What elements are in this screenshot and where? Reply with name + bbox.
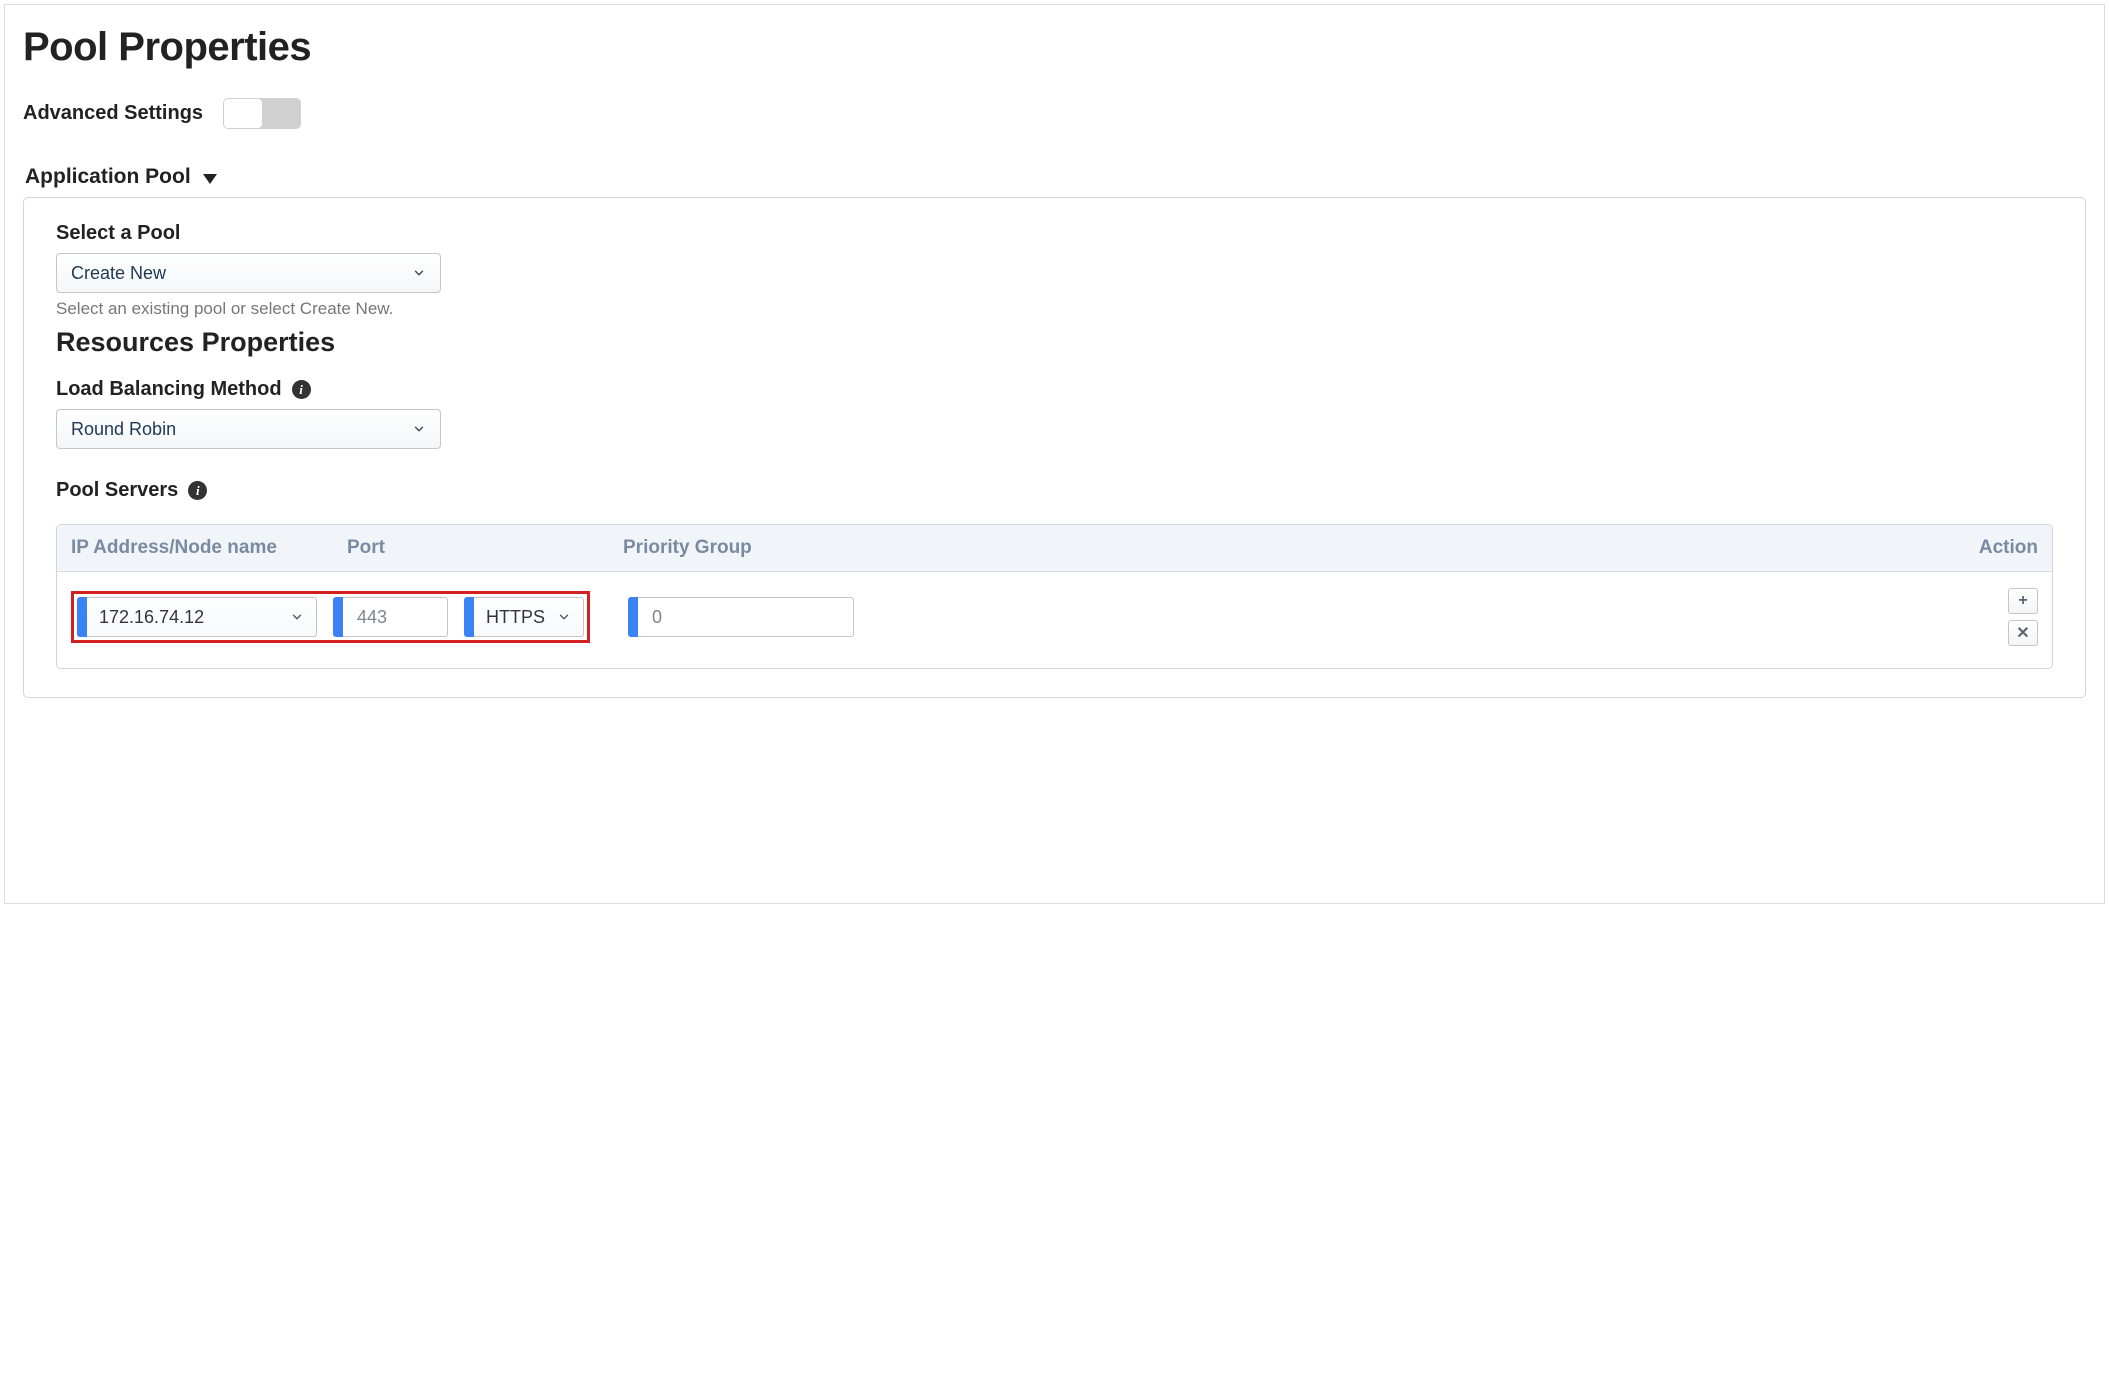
- chevron-down-icon: [557, 610, 571, 624]
- port-input-wrapper: [343, 597, 448, 637]
- col-pg: Priority Group: [623, 537, 883, 559]
- blue-bar: [628, 597, 638, 637]
- priority-group-input-group: [628, 597, 854, 637]
- col-port: Port: [347, 537, 607, 559]
- port-input[interactable]: [355, 606, 435, 629]
- protocol-input-group: HTTPS: [464, 597, 584, 637]
- protocol-dropdown[interactable]: HTTPS: [474, 597, 584, 637]
- resources-properties-heading: Resources Properties: [56, 327, 2053, 358]
- close-icon: ✕: [2016, 623, 2029, 643]
- select-pool-value: Create New: [71, 263, 166, 284]
- advanced-settings-label: Advanced Settings: [23, 102, 203, 125]
- toggle-knob: [224, 99, 262, 128]
- ip-dropdown[interactable]: 172.16.74.12: [87, 597, 317, 637]
- col-ip: IP Address/Node name: [71, 537, 331, 559]
- table-row: 172.16.74.12: [57, 572, 2052, 668]
- caret-down-icon: [203, 174, 217, 184]
- remove-row-button[interactable]: ✕: [2008, 620, 2038, 646]
- load-balancing-value: Round Robin: [71, 419, 176, 440]
- load-balancing-dropdown[interactable]: Round Robin: [56, 409, 441, 449]
- protocol-value: HTTPS: [486, 607, 545, 628]
- priority-group-wrapper: [628, 597, 854, 637]
- info-icon[interactable]: i: [188, 481, 207, 500]
- load-balancing-label-text: Load Balancing Method: [56, 378, 282, 401]
- ip-input-group: 172.16.74.12: [77, 597, 317, 637]
- chevron-down-icon: [290, 610, 304, 624]
- chevron-down-icon: [412, 266, 426, 280]
- blue-bar: [333, 597, 343, 637]
- pool-properties-panel: Pool Properties Advanced Settings Applic…: [4, 4, 2105, 904]
- priority-group-input[interactable]: [650, 606, 841, 629]
- info-icon[interactable]: i: [292, 380, 311, 399]
- pool-servers-label-text: Pool Servers: [56, 479, 178, 502]
- pool-servers-label: Pool Servers i: [56, 479, 2053, 502]
- add-row-button[interactable]: +: [2008, 588, 2038, 614]
- page-title: Pool Properties: [23, 25, 2086, 70]
- section-title: Application Pool: [25, 165, 191, 189]
- blue-bar: [464, 597, 474, 637]
- highlighted-server-fields: 172.16.74.12: [71, 591, 590, 643]
- plus-icon: +: [2018, 592, 2027, 610]
- row-actions: + ✕: [1982, 588, 2038, 646]
- chevron-down-icon: [412, 422, 426, 436]
- ip-value: 172.16.74.12: [99, 607, 204, 628]
- blue-bar: [77, 597, 87, 637]
- section-application-pool-header[interactable]: Application Pool: [25, 165, 2086, 189]
- advanced-settings-toggle[interactable]: [223, 98, 301, 129]
- select-pool-dropdown[interactable]: Create New: [56, 253, 441, 293]
- select-pool-hint: Select an existing pool or select Create…: [56, 299, 2053, 319]
- col-action: Action: [1979, 537, 2038, 559]
- pg-input-wrapper: [638, 597, 854, 637]
- table-header: IP Address/Node name Port Priority Group…: [57, 525, 2052, 572]
- application-pool-panel: Select a Pool Create New Select an exist…: [23, 197, 2086, 698]
- port-input-group: [333, 597, 448, 637]
- select-pool-label: Select a Pool: [56, 222, 2053, 245]
- pool-servers-table: IP Address/Node name Port Priority Group…: [56, 524, 2053, 669]
- load-balancing-label: Load Balancing Method i: [56, 378, 2053, 401]
- advanced-settings-row: Advanced Settings: [23, 98, 2086, 129]
